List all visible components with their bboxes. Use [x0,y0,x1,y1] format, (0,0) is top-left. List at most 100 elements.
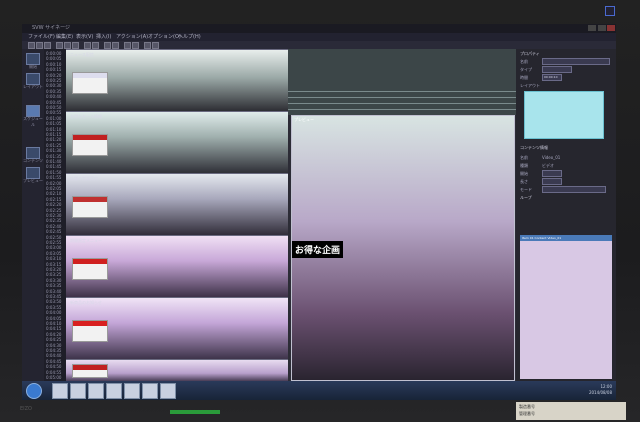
settings-icon[interactable] [152,42,159,49]
content-thumbnail[interactable] [72,72,108,94]
schedule-lane[interactable]: 新商品のお知らせ [66,297,288,360]
prop-time-field[interactable]: 00:00:10 [542,74,562,81]
schedule-lane[interactable]: ニュース配信 [66,49,288,112]
timecode: 0:00:00 [46,51,62,56]
info-label: 名前 [520,155,528,160]
app-icon[interactable] [106,383,122,399]
cut-icon[interactable] [56,42,63,49]
grid-icon[interactable] [144,42,151,49]
timecode: 0:03:45 [46,294,62,299]
start-button[interactable] [26,383,42,399]
thumbnail-band [73,365,107,370]
thumbnail-band [73,259,107,264]
schedule-lane[interactable] [66,359,288,382]
timecode: 0:01:15 [46,132,62,137]
new-icon[interactable] [28,42,35,49]
properties-title: プロパティ [520,51,540,56]
timecode: 0:02:20 [46,202,62,208]
menu-help[interactable]: ヘルプ(H) [178,33,201,41]
taskbar: 12:00 2014/08/08 [22,381,616,400]
prop-label-name: 名前 [520,59,528,64]
toolbar [22,41,616,49]
minimize-icon[interactable] [588,25,596,31]
title-bar: SVW サイネージ [22,24,616,33]
close-icon[interactable] [607,25,615,31]
thumbnail-band [73,197,107,202]
preview-header: プレビュー [294,117,314,122]
stop-icon[interactable] [112,42,119,49]
menu-view[interactable]: 表示(V) [76,33,93,41]
content-thumbnail[interactable] [72,134,108,156]
timecode: 0:04:40 [46,353,62,359]
prop-type-select[interactable] [542,66,572,73]
prop-label-type: タイプ [520,67,532,72]
list-item-selected[interactable]: Item 01 Content Video_01 [520,235,612,241]
sidebar-item-label: レイアウト [23,84,43,89]
content-thumbnail[interactable] [72,320,108,342]
browser-icon[interactable] [70,383,86,399]
start-field[interactable] [542,170,562,177]
copy-icon[interactable] [64,42,71,49]
open-icon[interactable] [36,42,43,49]
timecode: 0:02:30 [46,213,62,218]
loop-checkbox[interactable]: ループ [520,195,532,201]
timecode: 0:04:45 [46,358,62,364]
timecode: 0:03:05 [46,250,62,256]
timecode: 0:03:10 [46,256,62,262]
content-list[interactable]: Item 01 Content Video_01 [520,235,612,379]
layout-area [288,49,516,115]
thumbnail-band [73,135,107,140]
content-thumbnail[interactable] [72,196,108,218]
zoom-in-icon[interactable] [124,42,131,49]
power-indicator [170,410,220,414]
menu-insert[interactable]: 挿入(I) [96,33,111,41]
thumbnail-band [73,321,107,326]
menu-edit[interactable]: 編集(E) [56,33,73,41]
content-thumbnail[interactable] [72,258,108,280]
left-sidebar: 開始 レイアウト スケジュール コンテンツ プレビュー [22,49,44,381]
sidebar-item-label: 開始 [29,64,37,69]
app-icon[interactable] [124,383,140,399]
menu-file[interactable]: ファイル(F) [28,33,55,41]
schedule-lane[interactable]: 期間限定メニュー [66,235,288,298]
sidebar-item-label: プレビュー [23,178,43,183]
mode-select[interactable] [542,186,606,193]
clock-date: 2014/08/08 [588,390,612,395]
paste-icon[interactable] [72,42,79,49]
media-icon[interactable] [88,383,104,399]
timecode: 0:02:55 [46,240,62,245]
play-icon[interactable] [104,42,111,49]
layout-thumbnail[interactable] [524,91,604,139]
undo-icon[interactable] [84,42,91,49]
maximize-icon[interactable] [598,25,606,31]
divider [288,91,516,92]
schedule-lane[interactable]: お得なセール情報 [66,111,288,174]
timecode: 0:00:50 [46,105,62,110]
timecode: 0:00:05 [46,56,62,62]
app-icon[interactable] [142,383,158,399]
timecode: 0:02:15 [46,196,62,202]
timecode: 0:00:40 [46,94,62,100]
app-icon[interactable] [160,383,176,399]
divider [288,97,516,98]
system-tray[interactable]: 12:00 2014/08/08 [589,384,612,396]
content-thumbnail[interactable] [72,364,108,378]
timecode: 0:01:50 [46,169,62,175]
label-sticker: 製造番号 管理番号 [516,402,626,420]
menu-action[interactable]: アクション(A) [116,33,148,41]
prop-name-field[interactable] [542,58,610,65]
timecode: 0:01:00 [46,115,62,121]
duration-field[interactable] [542,178,562,185]
preview-screen[interactable]: プレビュー お得な企画 [291,115,515,381]
timecode: 0:02:50 [46,234,62,240]
zoom-out-icon[interactable] [132,42,139,49]
save-icon[interactable] [44,42,51,49]
preview-panel: プレビュー お得な企画 [288,49,516,381]
timecode: 0:01:25 [46,142,62,148]
menu-options[interactable]: オプション(O) [148,33,181,41]
schedule-lane[interactable]: 店舗の営業案内 [66,173,288,236]
redo-icon[interactable] [92,42,99,49]
info-label: 種類 [520,163,528,168]
explorer-icon[interactable] [52,383,68,399]
sidebar-item-label: コンテンツ [23,158,43,163]
